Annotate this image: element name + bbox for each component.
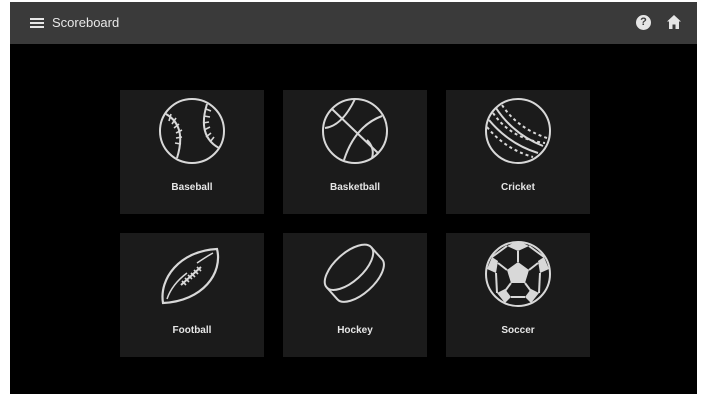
soccer-ball-icon bbox=[483, 239, 553, 309]
sport-tile-soccer[interactable]: Soccer bbox=[446, 233, 590, 357]
cricket-ball-icon bbox=[483, 96, 553, 166]
app-window: Scoreboard ? Baseball Basketball Cricket… bbox=[10, 2, 697, 394]
sport-label: Baseball bbox=[171, 182, 213, 193]
football-icon bbox=[157, 239, 227, 309]
hamburger-menu-icon[interactable] bbox=[30, 16, 46, 30]
sport-label: Soccer bbox=[501, 325, 535, 336]
baseball-icon bbox=[157, 96, 227, 166]
sport-tile-cricket[interactable]: Cricket bbox=[446, 90, 590, 214]
app-title: Scoreboard bbox=[52, 15, 120, 30]
sport-label: Hockey bbox=[337, 325, 373, 336]
sport-tile-football[interactable]: Football bbox=[120, 233, 264, 357]
top-app-bar: Scoreboard ? bbox=[10, 2, 697, 44]
sport-label: Cricket bbox=[501, 182, 535, 193]
sport-tile-baseball[interactable]: Baseball bbox=[120, 90, 264, 214]
home-icon[interactable] bbox=[666, 14, 682, 30]
sport-label: Football bbox=[172, 325, 212, 336]
hockey-puck-icon bbox=[320, 239, 390, 309]
basketball-icon bbox=[320, 96, 390, 166]
sport-label: Basketball bbox=[329, 182, 381, 193]
sport-tile-basketball[interactable]: Basketball bbox=[283, 90, 427, 214]
sport-tile-hockey[interactable]: Hockey bbox=[283, 233, 427, 357]
help-circle-icon[interactable]: ? bbox=[636, 15, 651, 30]
